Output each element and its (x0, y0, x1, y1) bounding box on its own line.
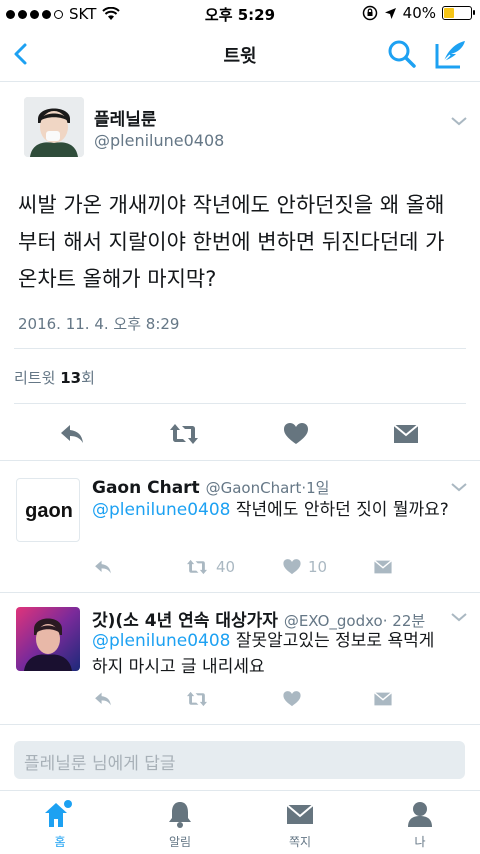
heart-icon (283, 691, 301, 707)
like-button[interactable] (282, 689, 308, 709)
mention-link[interactable]: @plenilune0408 (92, 631, 230, 651)
tweet-author-handle[interactable]: @plenilune0408 (94, 131, 224, 150)
battery-percent: 40% (402, 4, 436, 22)
reply-icon (95, 560, 111, 574)
reply-icon[interactable] (58, 420, 86, 448)
chevron-down-icon[interactable] (450, 115, 468, 127)
reply-text: @plenilune0408 잘못알고있는 정보로 욕먹게 하지 마시고 글 내… (92, 631, 435, 677)
chevron-down-icon[interactable] (450, 611, 468, 623)
divider (14, 348, 466, 349)
tab-notifications[interactable]: 알림 (140, 799, 220, 850)
divider (0, 724, 480, 725)
tab-messages[interactable]: 쪽지 (260, 799, 340, 850)
tab-bar: 홈 알림 쪽지 나 (0, 790, 480, 854)
nav-bar: 트윗 (0, 28, 480, 82)
compose-tweet-icon[interactable] (434, 38, 468, 70)
tab-home[interactable]: 홈 (20, 799, 100, 850)
reply-actions: 40 10 (92, 557, 452, 581)
chevron-down-icon[interactable] (450, 481, 468, 493)
rotation-lock-icon (362, 5, 377, 21)
search-icon[interactable] (386, 38, 418, 70)
home-icon (45, 800, 72, 827)
reply-button[interactable] (92, 557, 114, 577)
reply-actions (92, 689, 452, 713)
avatar[interactable]: gaon (16, 478, 80, 542)
reply-input[interactable]: 플레닐룬 님에게 답글 (14, 741, 465, 779)
bell-icon (169, 802, 191, 828)
envelope-icon (286, 804, 314, 824)
retweet-count: 40 (216, 558, 236, 576)
reply-author[interactable]: Gaon Chart @GaonChart·1일 (92, 477, 329, 498)
retweet-icon (187, 559, 207, 575)
heart-icon (283, 559, 301, 575)
mention-link[interactable]: @plenilune0408 (92, 500, 230, 520)
avatar[interactable] (16, 607, 80, 671)
retweet-button[interactable]: 40 (184, 557, 235, 577)
divider (0, 460, 480, 461)
dm-button[interactable] (372, 689, 394, 709)
retweet-count[interactable]: 리트윗 13회 (14, 367, 95, 388)
like-count: 10 (308, 558, 328, 576)
gaon-logo: gaon (25, 500, 73, 522)
person-icon (408, 802, 432, 827)
divider (14, 403, 466, 404)
direct-message-icon[interactable] (392, 420, 420, 448)
dm-button[interactable] (372, 557, 394, 577)
tweet-timestamp: 2016. 11. 4. 오후 8:29 (18, 315, 180, 333)
tweet-actions (0, 420, 480, 460)
battery-icon (442, 6, 475, 20)
tweet-text: 씨발 가온 개새끼야 작년에도 안하던짓을 왜 올해부터 해서 지랄이야 한번에… (18, 193, 445, 291)
avatar[interactable] (24, 97, 84, 157)
direct-message-icon (373, 692, 393, 706)
retweet-button[interactable] (184, 689, 216, 709)
direct-message-icon (373, 560, 393, 574)
divider (0, 592, 480, 593)
reply-button[interactable] (92, 689, 114, 709)
status-bar: SKT 오후 5:29 40% (0, 0, 480, 28)
reply-text: @plenilune0408 작년에도 안하던 짓이 뭘까요? (92, 500, 449, 520)
tab-me[interactable]: 나 (380, 799, 460, 850)
heart-icon[interactable] (282, 420, 310, 448)
reply-icon (95, 692, 111, 706)
tweet-author-name[interactable]: 플레닐룬 (94, 105, 157, 130)
retweet-icon (187, 691, 207, 707)
location-arrow-icon (384, 7, 396, 19)
like-button[interactable]: 10 (282, 557, 327, 577)
retweet-icon[interactable] (168, 420, 200, 448)
